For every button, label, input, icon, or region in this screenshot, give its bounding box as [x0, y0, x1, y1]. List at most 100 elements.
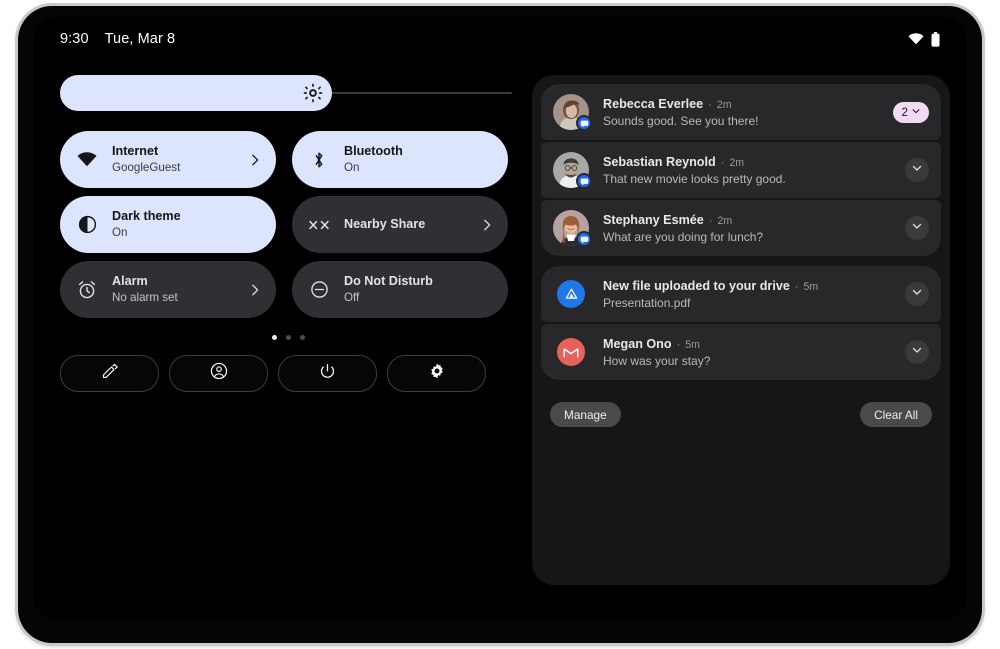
tile-alarm-sub: No alarm set [112, 291, 178, 305]
notification-header: Sebastian Reynold · 2m [603, 155, 897, 169]
page-dot-3[interactable] [299, 335, 305, 340]
tile-internet-sub: GoogleGuest [112, 161, 181, 175]
status-bar-right [908, 31, 940, 47]
notification-time: 2m [729, 156, 745, 169]
avatar [553, 334, 589, 370]
tile-bluetooth-text: Bluetooth On [344, 144, 494, 175]
tile-bluetooth-label: Bluetooth [344, 144, 403, 159]
notification-title: Stephany Esmée [603, 212, 704, 227]
notification-text: Sounds good. See you there! [603, 113, 759, 128]
notification-time: 5m [685, 338, 700, 351]
brightness-slider[interactable] [60, 75, 516, 111]
tile-internet[interactable]: Internet GoogleGuest [60, 131, 276, 188]
notification-megan-ono[interactable]: Megan Ono · 5m How was your stay? [541, 324, 941, 380]
notification-separator: · [708, 98, 712, 111]
page-dot-2[interactable] [285, 335, 291, 340]
notification-content: Stephany Esmée · 2m What are you doing f… [603, 213, 897, 244]
gmail-app-icon [557, 338, 585, 366]
tile-do-not-disturb[interactable]: Do Not Disturb Off [292, 261, 508, 318]
power-icon [319, 363, 336, 385]
notification-content: Sebastian Reynold · 2m That new movie lo… [603, 155, 897, 186]
notification-expand-button[interactable] [905, 158, 929, 182]
wifi-icon [908, 33, 924, 45]
messages-icon [576, 231, 592, 247]
brightness-icon [303, 83, 323, 103]
notification-drive-upload[interactable]: New file uploaded to your drive · 5m Pre… [541, 266, 941, 322]
notification-list: Rebecca Everlee · 2m Sounds good. See yo… [532, 75, 950, 380]
page-indicator [60, 335, 516, 341]
notification-header: Rebecca Everlee · 2m [603, 97, 885, 111]
dark-theme-icon [76, 214, 98, 236]
tablet-device-frame: 9:30 Tue, Mar 8 Internet GoogleGuest Blu… [18, 6, 982, 643]
notification-text: Presentation.pdf [603, 295, 691, 310]
tile-dark-theme[interactable]: Dark theme On [60, 196, 276, 253]
tile-alarm-text: Alarm No alarm set [112, 274, 242, 305]
gear-icon [428, 362, 446, 385]
notification-sebastian-reynold[interactable]: Sebastian Reynold · 2m That new movie lo… [541, 142, 941, 198]
edit-tiles-button[interactable] [60, 355, 159, 392]
notification-time: 2m [716, 98, 732, 111]
tile-nearby-share-label: Nearby Share [344, 217, 426, 232]
notification-content: Rebecca Everlee · 2m Sounds good. See yo… [603, 97, 885, 128]
user-switch-button[interactable] [169, 355, 268, 392]
tile-do-not-disturb-sub: Off [344, 291, 360, 305]
notification-text: What are you doing for lunch? [603, 229, 764, 244]
avatar [553, 276, 589, 312]
pencil-icon [101, 363, 118, 385]
tile-dark-theme-label: Dark theme [112, 209, 181, 224]
status-bar: 9:30 Tue, Mar 8 [34, 17, 966, 61]
chevron-right-icon[interactable] [248, 283, 262, 297]
notification-expand-button[interactable] [905, 340, 929, 364]
wifi-icon [76, 149, 98, 171]
page-dot-1[interactable] [271, 335, 277, 340]
notification-count: 2 [901, 105, 908, 119]
notification-text: How was your stay? [603, 353, 711, 368]
tile-do-not-disturb-label: Do Not Disturb [344, 274, 433, 289]
notification-expand-button[interactable] [905, 216, 929, 240]
status-bar-left: 9:30 Tue, Mar 8 [60, 31, 175, 47]
notification-header: Megan Ono · 5m [603, 337, 897, 351]
drive-app-icon [557, 280, 585, 308]
quick-settings-panel: Internet GoogleGuest Bluetooth On Dark t… [60, 75, 516, 392]
tile-dark-theme-text: Dark theme On [112, 209, 262, 240]
tile-bluetooth[interactable]: Bluetooth On [292, 131, 508, 188]
notification-separator: · [676, 338, 681, 351]
settings-button[interactable] [387, 355, 486, 392]
tile-bluetooth-sub: On [344, 161, 360, 175]
messages-icon [576, 173, 592, 189]
notification-count-badge[interactable]: 2 [892, 101, 929, 123]
messages-icon [576, 115, 592, 131]
notification-separator: · [720, 156, 725, 169]
bluetooth-icon [308, 149, 330, 171]
screenshot-root: 9:30 Tue, Mar 8 Internet GoogleGuest Blu… [0, 0, 1000, 649]
chevron-right-icon[interactable] [480, 218, 494, 232]
tile-alarm[interactable]: Alarm No alarm set [60, 261, 276, 318]
notification-group-conversations: Rebecca Everlee · 2m Sounds good. See yo… [541, 84, 941, 256]
avatar [553, 210, 592, 247]
quick-settings-footer [60, 355, 516, 392]
do-not-disturb-icon [308, 279, 330, 301]
notification-stephany-esmee[interactable]: Stephany Esmée · 2m What are you doing f… [541, 200, 941, 256]
tile-nearby-share-text: Nearby Share [344, 217, 474, 232]
brightness-slider-fill[interactable] [60, 75, 332, 111]
notification-separator: · [794, 280, 799, 293]
notification-content: New file uploaded to your drive · 5m Pre… [603, 279, 897, 310]
tile-do-not-disturb-text: Do Not Disturb Off [344, 274, 494, 305]
tile-internet-text: Internet GoogleGuest [112, 144, 242, 175]
notification-content: Megan Ono · 5m How was your stay? [603, 337, 897, 368]
chevron-right-icon[interactable] [248, 153, 262, 167]
chevron-down-icon [911, 161, 923, 179]
tile-nearby-share[interactable]: Nearby Share [292, 196, 508, 253]
status-time: 9:30 [60, 31, 89, 47]
clear-all-button[interactable]: Clear All [860, 402, 932, 427]
power-button[interactable] [278, 355, 377, 392]
chevron-down-icon [911, 106, 921, 119]
avatar [553, 94, 592, 131]
manage-button[interactable]: Manage [550, 402, 621, 427]
notification-rebecca-everlee[interactable]: Rebecca Everlee · 2m Sounds good. See yo… [541, 84, 941, 140]
tablet-screen: 9:30 Tue, Mar 8 Internet GoogleGuest Blu… [34, 17, 966, 621]
tile-alarm-label: Alarm [112, 274, 148, 289]
notification-separator: · [708, 214, 713, 227]
notification-expand-button[interactable] [905, 282, 929, 306]
notification-header: Stephany Esmée · 2m [603, 213, 897, 227]
